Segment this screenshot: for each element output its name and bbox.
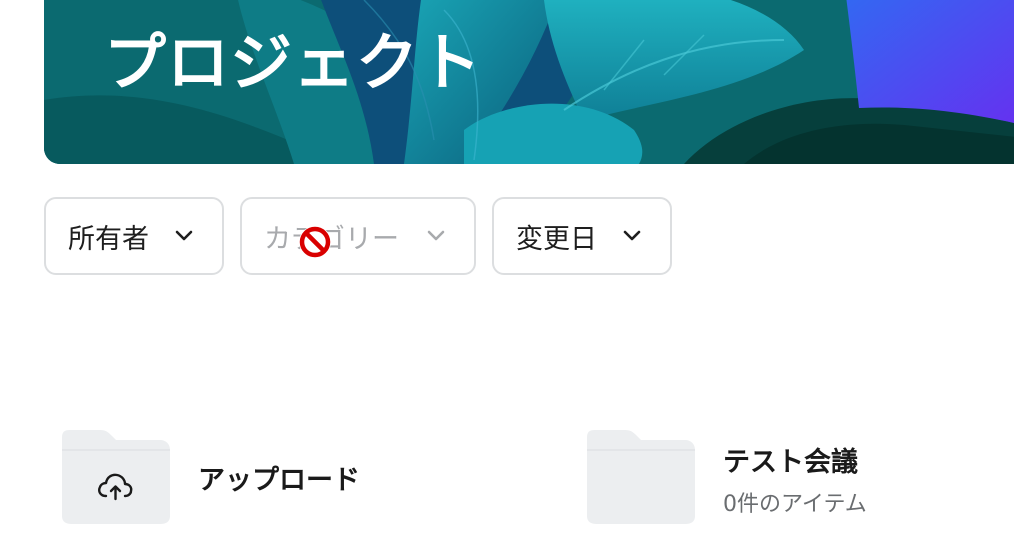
test-meeting-folder[interactable]: テスト会議 0件のアイテム [585, 428, 985, 528]
owner-filter-label: 所有者 [68, 223, 149, 255]
page-title: プロジェクト [104, 26, 483, 99]
category-filter-dropdown[interactable]: カテゴリー [240, 197, 476, 275]
projects-banner: プロジェクト [44, 0, 1014, 164]
folder-icon [587, 430, 695, 524]
not-allowed-cursor-icon [299, 226, 331, 258]
folder-icon [62, 430, 170, 524]
chevron-down-icon [427, 230, 445, 241]
folder-name: アップロード [198, 465, 360, 496]
projects-page: プロジェクト 所有者 カテゴリー 変更日 アップロード テスト会議 0件のアイテ… [0, 0, 1014, 559]
upload-folder[interactable]: アップロード [60, 428, 400, 528]
modified-date-filter-label: 変更日 [516, 223, 597, 255]
chevron-down-icon [175, 230, 193, 241]
modified-date-filter-dropdown[interactable]: 変更日 [492, 197, 672, 275]
folder-item-count: 0件のアイテム [723, 492, 867, 517]
folder-name: テスト会議 [723, 447, 858, 478]
chevron-down-icon [623, 230, 641, 241]
owner-filter-dropdown[interactable]: 所有者 [44, 197, 224, 275]
